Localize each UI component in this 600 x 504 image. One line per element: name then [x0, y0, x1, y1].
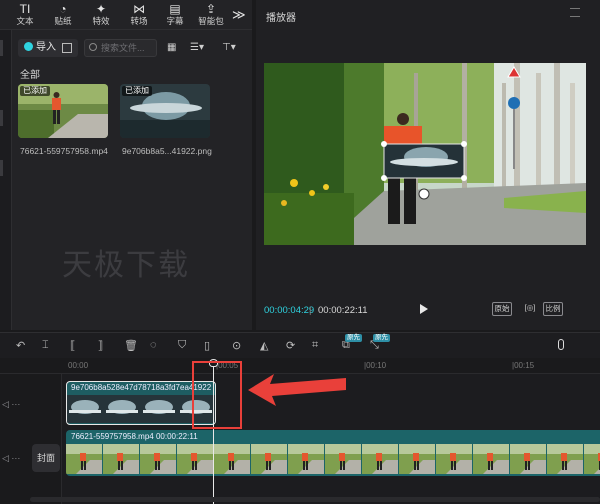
tool-subtitle[interactable]: ▤ 字幕 — [158, 2, 192, 28]
media-clip-image[interactable]: 已添加 — [120, 84, 210, 138]
clip-name-video: 76621-559757958.mp4 — [20, 146, 108, 156]
clip-frame-thumbnail — [214, 444, 250, 474]
media-panel: TI 文本 ◔ 贴纸 ✦ 特效 ⋈ 转场 ▤ 字幕 ⇪ 智能包 ≫ 导入 搜索文… — [0, 0, 252, 330]
clip-frame-thumbnail — [140, 444, 176, 474]
view-toggle-icon[interactable]: ▦ — [167, 42, 176, 53]
clip-frame-thumbnail — [66, 444, 102, 474]
main-clip-label: 76621-559757958.mp4 00:00:22:11 — [71, 432, 198, 441]
play-circle-icon[interactable]: ⊙ — [232, 339, 241, 352]
tool-smart-pack[interactable]: ⇪ 智能包 — [194, 2, 228, 28]
fullscreen-icon[interactable]: [◎] — [522, 302, 538, 316]
top-toolbar: TI 文本 ◔ 贴纸 ✦ 特效 ⋈ 转场 ▤ 字幕 ⇪ 智能包 ≫ — [0, 0, 252, 30]
clip-frame-thumbnail — [251, 444, 287, 474]
sparkle-icon: ✦ — [95, 2, 107, 16]
preview-scene — [264, 63, 586, 245]
tool-text[interactable]: TI 文本 — [8, 2, 42, 28]
overlay-clip-name: 9e706b8a528e47d78718a3fd7ea41922 — [71, 383, 212, 392]
original-button[interactable]: 原始 — [492, 302, 512, 316]
search-input[interactable]: 搜索文件... — [84, 39, 157, 57]
undo-icon[interactable]: ↶ — [16, 339, 25, 352]
transition-icon: ⋈ — [133, 2, 145, 16]
timeline-scrollbar[interactable] — [30, 497, 600, 502]
aspect-ratio-button[interactable]: 比例 — [543, 302, 563, 316]
play-button[interactable] — [420, 304, 428, 314]
main-video-clip[interactable]: 76621-559757958.mp4 00:00:22:11 — [66, 430, 600, 476]
track-options-icon[interactable]: ◁ ··· — [2, 453, 20, 464]
import-button[interactable]: 导入 — [18, 39, 78, 57]
microphone-icon[interactable] — [558, 339, 564, 350]
clip-frame-thumbnail — [103, 444, 139, 474]
upload-icon: ⇪ — [205, 2, 217, 16]
ruler-label: |00:15 — [512, 361, 535, 370]
tool-effects[interactable]: ✦ 特效 — [84, 2, 118, 28]
menu-icon[interactable] — [570, 8, 580, 17]
split-left-icon[interactable]: ⟦ — [70, 339, 75, 352]
filter-icon[interactable]: ⊤▾ — [222, 42, 236, 53]
media-clip-video[interactable]: 已添加 — [18, 84, 108, 138]
cover-button[interactable]: 封面 — [32, 444, 60, 472]
ruler-label: 00:00 — [68, 361, 89, 370]
clip-frame-thumbnail — [362, 444, 398, 474]
split-icon[interactable]: ⌶ — [42, 339, 49, 352]
freeze-icon[interactable]: ◌ — [150, 339, 157, 351]
original-badge: 原先 — [345, 334, 362, 342]
ruler-label: |00:10 — [364, 361, 387, 370]
text-icon: TI — [19, 2, 31, 16]
current-time: 00:00:04:29 — [264, 305, 315, 316]
player-panel: 播放器 00:00:04:29 | 00:00:22:11 原始 [◎] 比例 — [256, 0, 600, 330]
clip-frame-thumbnail — [547, 444, 583, 474]
tool-transition[interactable]: ⋈ 转场 — [122, 2, 156, 28]
clip-frame-thumbnail — [399, 444, 435, 474]
clip-frame-thumbnail — [473, 444, 509, 474]
more-tools-icon[interactable]: ≫ — [232, 7, 246, 23]
clip-frame-thumbnail — [436, 444, 472, 474]
delete-icon[interactable]: 🗑 — [124, 339, 138, 352]
clip-frame-thumbnail — [584, 444, 600, 474]
annotation-highlight-box — [192, 361, 242, 429]
annotation-arrow-icon — [248, 374, 346, 406]
crop-frame-icon[interactable]: ▯ — [204, 339, 210, 352]
timeline-toolbar: ↶ ⌶ ⟦ ⟧ 🗑 ◌ ⛉ ▯ ⊙ ◭ ⟳ ⌗ ⧉ 原先 ⤡ 原先 — [0, 332, 600, 358]
main-clip-thumbnails — [66, 444, 600, 474]
mirror-icon[interactable]: ◭ — [260, 339, 268, 352]
rotate-icon[interactable]: ⟳ — [286, 339, 295, 352]
sticker-icon: ◔ — [59, 2, 67, 16]
side-strip — [0, 30, 12, 330]
all-category-label: 全部 — [20, 70, 40, 81]
tool-sticker[interactable]: ◔ 贴纸 — [46, 2, 80, 28]
crop-icon[interactable]: ⌗ — [312, 339, 318, 352]
subtitle-icon: ▤ — [169, 2, 181, 16]
total-time: 00:00:22:11 — [318, 305, 368, 316]
sort-icon[interactable]: ☰▾ — [190, 42, 204, 53]
search-icon — [89, 43, 97, 51]
clip-frame-thumbnail — [177, 444, 213, 474]
track-headers: ◁ ··· ◁ ··· — [0, 374, 62, 504]
clip-name-image: 9e706b8a5...41922.png — [122, 146, 212, 156]
grid-icon[interactable] — [62, 43, 72, 53]
watermark: 天极下载 — [62, 248, 190, 283]
added-badge: 已添加 — [20, 86, 50, 96]
clip-frame-thumbnail — [288, 444, 324, 474]
player-title: 播放器 — [266, 13, 296, 24]
plus-icon — [24, 42, 33, 51]
preview-canvas[interactable] — [264, 63, 586, 245]
clip-frame-thumbnail — [510, 444, 546, 474]
original-badge: 原先 — [373, 334, 390, 342]
clip-frame-thumbnail — [325, 444, 361, 474]
time-separator: | — [309, 305, 312, 316]
track-options-icon[interactable]: ◁ ··· — [2, 399, 20, 410]
marker-icon[interactable]: ⛉ — [178, 339, 186, 352]
split-right-icon[interactable]: ⟧ — [98, 339, 103, 352]
added-badge: 已添加 — [122, 86, 152, 96]
